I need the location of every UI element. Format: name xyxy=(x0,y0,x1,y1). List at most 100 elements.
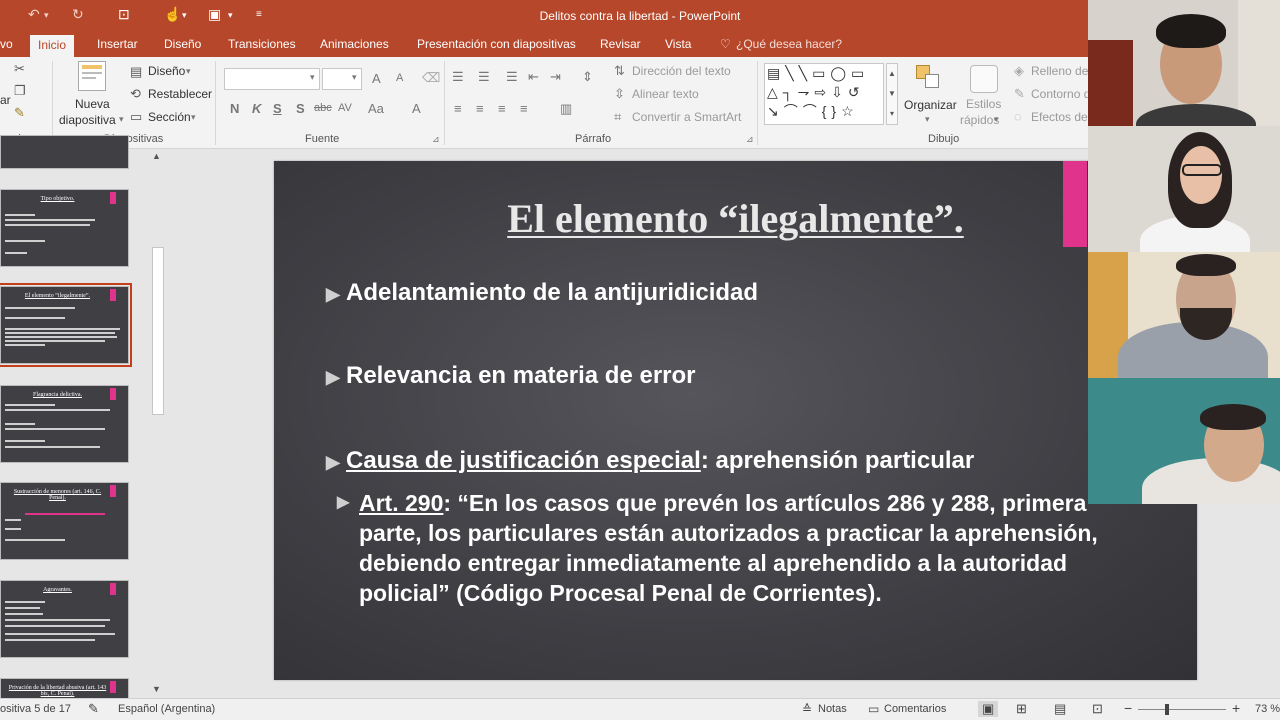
columns-layout-icon[interactable]: ▥ xyxy=(560,101,572,117)
smartart-icon[interactable]: ⌗ xyxy=(614,109,621,125)
columns-icon[interactable]: ⇕ xyxy=(582,69,593,85)
spacing-icon[interactable]: AV xyxy=(338,102,352,114)
thumbnail-scrollbar[interactable]: ▲ ▼ xyxy=(150,149,165,698)
text-direction-button[interactable]: Dirección del texto xyxy=(632,64,731,78)
underline-icon[interactable]: S xyxy=(273,101,282,116)
shrink-font-icon[interactable]: A xyxy=(396,72,403,84)
slideshow-view-icon[interactable]: ⊡ xyxy=(1092,701,1103,717)
new-slide-label-1[interactable]: Nueva xyxy=(75,97,110,111)
zoom-level[interactable]: 73 % xyxy=(1255,703,1280,715)
align-text-button[interactable]: Alinear texto xyxy=(632,87,699,101)
paste-label-fragment[interactable]: ar xyxy=(0,93,11,107)
format-painter-icon[interactable]: ✎ xyxy=(14,105,25,121)
arrange-icon[interactable] xyxy=(916,65,942,91)
section-button[interactable]: Sección xyxy=(148,110,191,124)
slide-canvas[interactable]: El elemento “ilegalmente”. ▶ Adelantamien… xyxy=(274,161,1197,680)
font-name-input[interactable] xyxy=(224,68,320,90)
slide-thumbnail[interactable]: Agravantes. xyxy=(0,580,129,658)
line-spacing-icon[interactable]: ☰ xyxy=(506,69,518,85)
shapes-gallery[interactable]: ▤╲╲▭◯▭ △┐⇁⇨⇩↺ ↘⌒⌒{}☆ xyxy=(764,63,884,125)
tab-transiciones[interactable]: Transiciones xyxy=(228,37,296,51)
new-slide-label-2[interactable]: diapositiva xyxy=(59,113,116,127)
tab-vista[interactable]: Vista xyxy=(665,37,691,51)
cut-icon[interactable]: ✂ xyxy=(14,61,25,77)
section-dropdown-icon[interactable]: ▾ xyxy=(191,112,196,123)
slide-bullet[interactable]: ▶ Causa de justificación especial: aprehe… xyxy=(326,447,974,475)
layout-button[interactable]: Diseño xyxy=(148,64,185,78)
slide-sorter-icon[interactable]: ⊞ xyxy=(1016,701,1027,717)
shape-effects-button[interactable]: Efectos de xyxy=(1031,110,1088,124)
tell-me-input[interactable]: ¿Qué desea hacer? xyxy=(736,37,842,51)
align-left-icon[interactable]: ≡ xyxy=(454,101,462,116)
quick-styles-dropdown-icon[interactable]: ▾ xyxy=(994,114,999,125)
justify-icon[interactable]: ≡ xyxy=(520,101,528,116)
smartart-button[interactable]: Convertir a SmartArt xyxy=(632,110,741,124)
scroll-down-icon[interactable]: ▼ xyxy=(152,684,161,694)
increase-indent-icon[interactable]: ⇥ xyxy=(550,69,561,85)
slide-bullet[interactable]: ▶ Relevancia en materia de error xyxy=(326,362,696,390)
font-color-icon[interactable]: A xyxy=(412,101,421,116)
reading-view-icon[interactable]: ▤ xyxy=(1054,701,1066,717)
slide-title[interactable]: El elemento “ilegalmente”. xyxy=(274,195,1197,242)
tab-animaciones[interactable]: Animaciones xyxy=(320,37,389,51)
font-name-dropdown-icon[interactable]: ▾ xyxy=(310,72,315,83)
clear-format-icon[interactable]: ⌫ xyxy=(422,70,440,86)
comments-button[interactable]: Comentarios xyxy=(884,703,946,715)
shape-outline-icon[interactable]: ✎ xyxy=(1014,86,1025,102)
zoom-slider[interactable] xyxy=(1138,709,1226,710)
scrollbar-thumb[interactable] xyxy=(152,247,164,415)
arrange-dropdown-icon[interactable]: ▾ xyxy=(925,114,930,125)
arrange-button[interactable]: Organizar xyxy=(904,98,957,112)
new-slide-icon[interactable] xyxy=(78,61,106,91)
quick-styles-label-1[interactable]: Estilos xyxy=(966,97,1001,111)
new-slide-dropdown-icon[interactable]: ▾ xyxy=(119,114,124,125)
shape-effects-icon[interactable]: ◌ xyxy=(1014,109,1022,124)
notes-icon[interactable]: ≙ xyxy=(802,702,812,716)
comments-icon[interactable]: ▭ xyxy=(868,702,879,716)
zoom-slider-thumb[interactable] xyxy=(1165,704,1169,715)
font-launcher-icon[interactable]: ⊿ xyxy=(432,134,440,145)
tab-inicio[interactable]: Inicio xyxy=(30,35,75,57)
shapes-gallery-scroll[interactable]: ▲ ▼ ▾ xyxy=(886,63,898,125)
quick-styles-icon[interactable] xyxy=(970,65,998,93)
shadow-icon[interactable]: S xyxy=(296,101,305,116)
normal-view-icon[interactable]: ▣ xyxy=(978,701,999,717)
slide-thumbnail[interactable]: Flagrancia delictiva. xyxy=(0,385,129,463)
tab-revisar[interactable]: Revisar xyxy=(600,37,641,51)
tab-insertar[interactable]: Insertar xyxy=(97,37,138,51)
numbering-icon[interactable]: ☰ xyxy=(478,69,490,85)
align-text-icon[interactable]: ⇳ xyxy=(614,86,625,102)
bullets-icon[interactable]: ☰ xyxy=(452,69,464,85)
paragraph-launcher-icon[interactable]: ⊿ xyxy=(746,134,754,145)
copy-icon[interactable]: ❐ xyxy=(14,83,26,99)
tab-presentacion[interactable]: Presentación con diapositivas xyxy=(417,37,576,51)
shape-fill-icon[interactable]: ◈ xyxy=(1014,63,1024,79)
font-size-dropdown-icon[interactable]: ▾ xyxy=(352,72,357,83)
spellcheck-icon[interactable]: ✎ xyxy=(88,701,99,717)
shape-fill-button[interactable]: Relleno de xyxy=(1031,64,1088,78)
scroll-up-icon[interactable]: ▲ xyxy=(152,151,161,161)
slide-thumbnail[interactable] xyxy=(0,135,129,169)
italic-icon[interactable]: K xyxy=(252,101,261,116)
layout-icon[interactable]: ▤ xyxy=(130,64,142,80)
align-right-icon[interactable]: ≡ xyxy=(498,101,506,116)
section-icon[interactable]: ▭ xyxy=(130,109,142,125)
bold-icon[interactable]: N xyxy=(230,101,239,116)
slide-bullet[interactable]: ▶ Adelantamiento de la antijuridicidad xyxy=(326,279,758,307)
layout-dropdown-icon[interactable]: ▾ xyxy=(186,66,191,77)
slide-sub-bullet[interactable]: ▶ Art. 290: “En los casos que prevén los … xyxy=(337,488,1149,608)
slide-thumbnail[interactable]: Tipo objetivo. xyxy=(0,189,129,267)
strikethrough-icon[interactable]: abc xyxy=(314,102,332,114)
align-center-icon[interactable]: ≡ xyxy=(476,101,484,116)
grow-font-icon[interactable]: A xyxy=(372,71,381,86)
zoom-out-icon[interactable]: − xyxy=(1124,700,1132,716)
slide-thumbnail-selected[interactable]: El elemento “ilegalmente”. xyxy=(0,283,132,367)
slide-thumbnail[interactable]: Sustracción de menores (art. 146, C. Pen… xyxy=(0,482,129,560)
tab-diseno[interactable]: Diseño xyxy=(164,37,201,51)
change-case-icon[interactable]: Aa xyxy=(368,101,384,116)
language-indicator[interactable]: Español (Argentina) xyxy=(118,703,215,715)
reset-icon[interactable]: ⟲ xyxy=(130,86,141,102)
notes-button[interactable]: Notas xyxy=(818,703,847,715)
decrease-indent-icon[interactable]: ⇤ xyxy=(528,69,539,85)
tab-file[interactable]: vo xyxy=(0,37,13,51)
